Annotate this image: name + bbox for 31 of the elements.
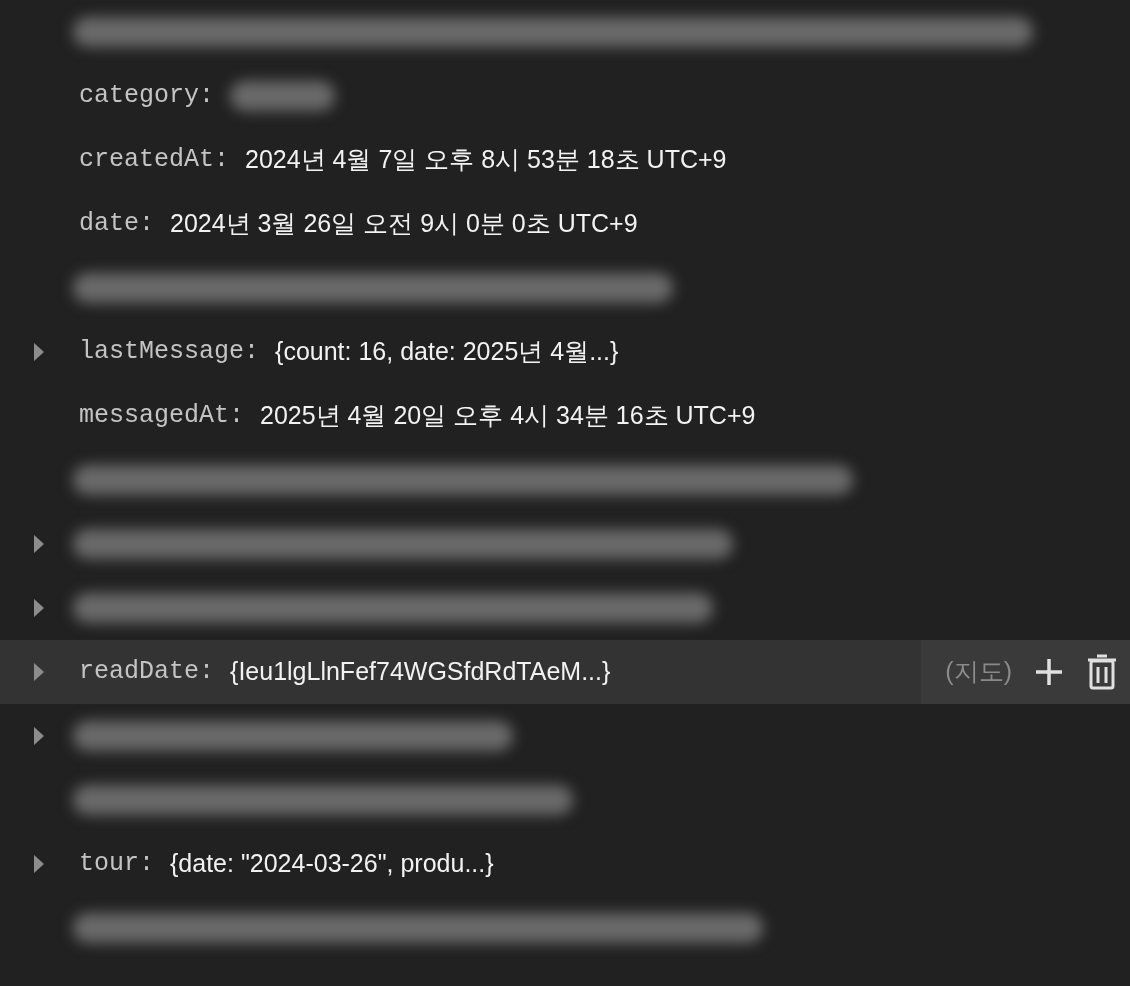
expand-caret-icon[interactable] [33, 599, 44, 617]
field-row[interactable]: messagedAt: 2025년 4월 20일 오후 4시 34분 16초 UTC+9 [0, 384, 1130, 448]
field-key: date: [79, 205, 154, 243]
field-value: 2025년 4월 20일 오후 4시 34분 16초 UTC+9 [260, 400, 756, 432]
field-value: 2024년 3월 26일 오전 9시 0분 0초 UTC+9 [170, 208, 638, 240]
field-key: lastMessage: [79, 333, 260, 371]
field-row[interactable]: readDate: {Ieu1lgLlnFef74WGSfdRdTAeM...} (지도) [0, 640, 1130, 704]
expand-caret-icon[interactable] [33, 727, 44, 745]
expand-caret-icon[interactable] [33, 663, 44, 681]
field-row[interactable]: category: [0, 64, 1130, 128]
field-row[interactable]: createdAt: 2024년 4월 7일 오후 8시 53분 18초 UTC+9 [0, 128, 1130, 192]
expand-caret-icon[interactable] [33, 535, 44, 553]
field-key: category: [79, 77, 215, 115]
field-value: {count: 16, date: 2025년 4월...} [275, 336, 619, 368]
field-value: 2024년 4월 7일 오후 8시 53분 18초 UTC+9 [245, 144, 727, 176]
field-key: readDate: [79, 653, 215, 691]
expand-caret-icon[interactable] [33, 855, 44, 873]
field-key: tour: [79, 845, 154, 883]
type-label: (지도) [945, 656, 1012, 688]
field-key: messagedAt: [79, 397, 245, 435]
trash-icon [1086, 653, 1118, 691]
delete-button[interactable] [1086, 653, 1118, 691]
field-row[interactable]: tour: {date: "2024-03-26", produ...} [0, 832, 1130, 896]
add-button[interactable] [1034, 657, 1064, 687]
plus-icon [1034, 657, 1064, 687]
field-value: {Ieu1lgLlnFef74WGSfdRdTAeM...} [230, 656, 611, 688]
field-row[interactable]: lastMessage: {count: 16, date: 2025년 4월...} [0, 320, 1130, 384]
field-key: createdAt: [79, 141, 230, 179]
expand-caret-icon[interactable] [33, 343, 44, 361]
field-row[interactable]: date: 2024년 3월 26일 오전 9시 0분 0초 UTC+9 [0, 192, 1130, 256]
field-value: {date: "2024-03-26", produ...} [170, 848, 494, 880]
